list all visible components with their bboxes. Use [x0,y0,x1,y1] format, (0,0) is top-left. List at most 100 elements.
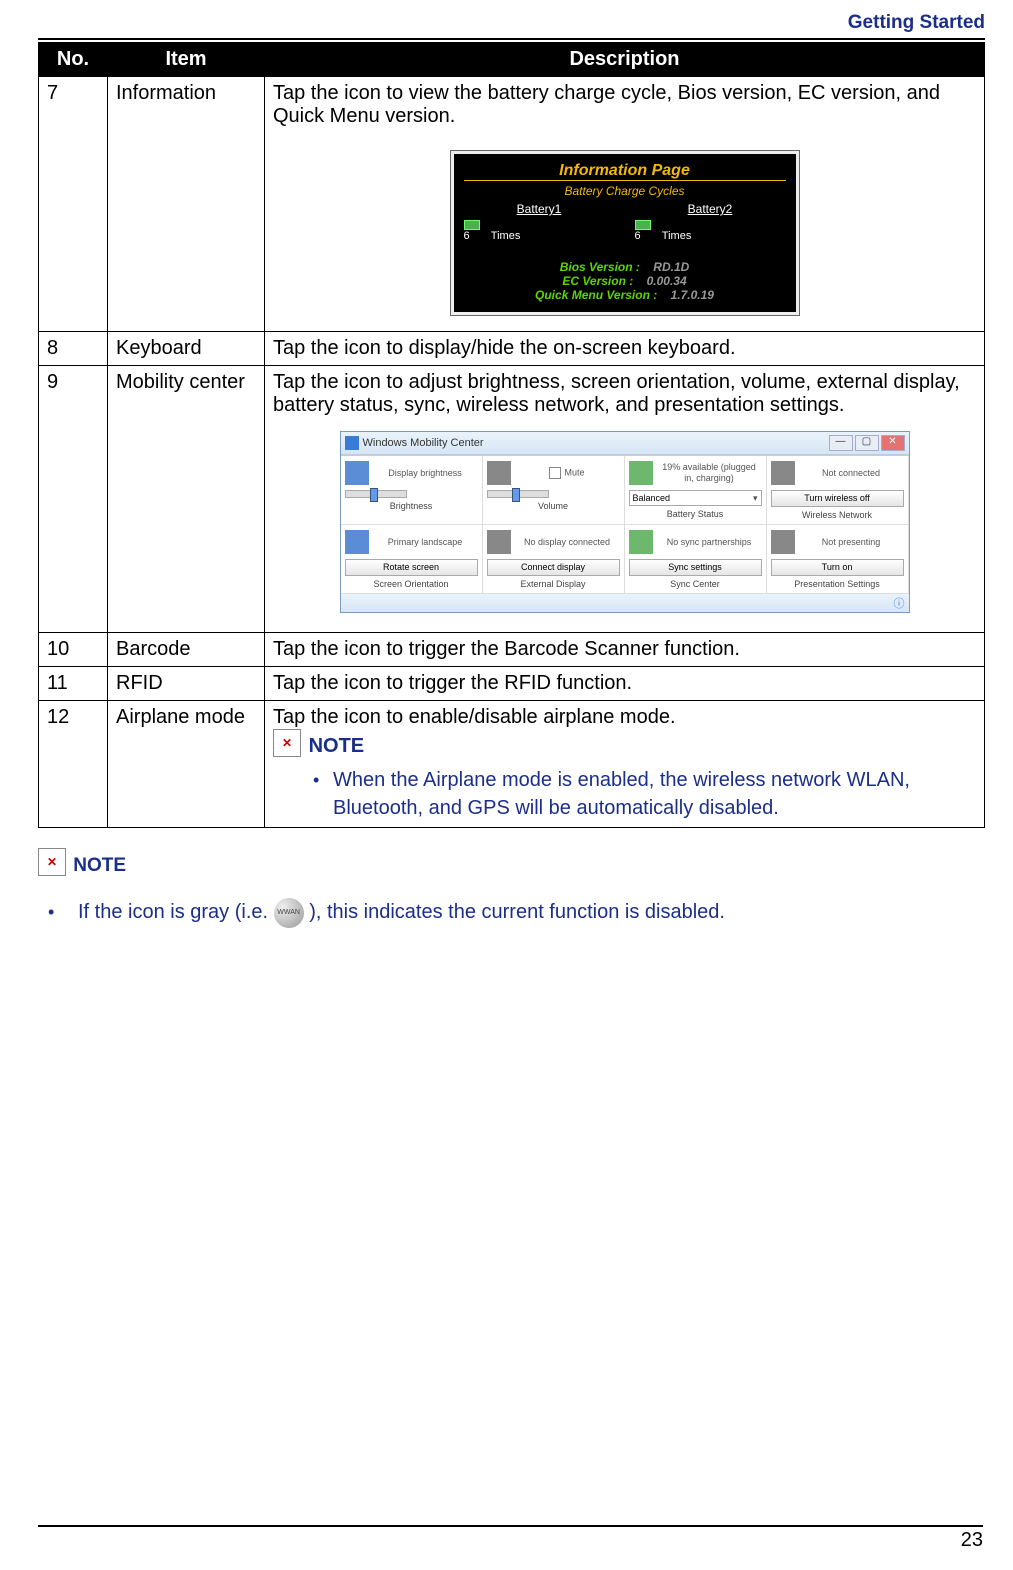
info-title: Information Page [464,162,786,181]
battery2-name: Battery2 [688,202,733,216]
mute-checkbox[interactable] [549,467,561,479]
battery2-unit: Times [662,230,692,242]
cell-desc: Tap the icon to view the battery charge … [265,77,985,332]
battery-icon [629,461,653,485]
info-subtitle: Battery Charge Cycles [464,184,786,198]
cell-no: 10 [39,633,108,667]
note-label: NOTE [73,855,126,876]
tile-label: Screen Orientation [345,579,478,589]
th-no: No. [39,43,108,77]
tile-text: Not presenting [799,537,904,548]
battery-icon [464,220,480,230]
tile-text: 19% available (plugged in, charging) [657,462,762,484]
ec-value: 0.00.34 [647,274,687,288]
note-icon: ✕ [38,848,66,876]
battery1-unit: Times [491,230,521,242]
tile-label: Volume [487,501,620,511]
cell-item: Mobility center [108,366,265,633]
display-icon [487,530,511,554]
mobility-center-screenshot: Windows Mobility Center — ▢ ✕ Display br… [340,431,910,613]
tile-text: Display brightness [373,468,478,479]
page-note-bullet: If the icon is gray (i.e. WWAN ), this i… [48,897,985,928]
minimize-icon[interactable]: — [829,435,853,451]
table-row: 8 Keyboard Tap the icon to display/hide … [39,332,985,366]
page-number: 23 [38,1529,983,1552]
tile-text: Mute [515,467,620,479]
volume-slider[interactable] [487,490,549,498]
battery2-col: Battery2 6 Times [635,202,786,242]
tile-sync: No sync partnerships Sync settings Sync … [625,525,767,594]
table-row: 10 Barcode Tap the icon to trigger the B… [39,633,985,667]
tile-text: Not connected [799,468,904,479]
section-header: Getting Started [38,12,985,34]
tile-presentation: Not presenting Turn on Presentation Sett… [767,525,909,594]
qm-value: 1.7.0.19 [671,288,714,302]
cell-desc: Tap the icon to trigger the RFID functio… [265,667,985,701]
tile-label: Wireless Network [771,510,904,520]
tile-orientation: Primary landscape Rotate screen Screen O… [341,525,483,594]
header-rule [38,38,985,40]
table-row: 7 Information Tap the icon to view the b… [39,77,985,332]
cell-no: 7 [39,77,108,332]
bios-value: RD.1D [653,260,689,274]
battery1-name: Battery1 [517,202,562,216]
note-text-before: If the icon is gray (i.e. [78,901,274,923]
cell-item: RFID [108,667,265,701]
cell-item: Barcode [108,633,265,667]
note-text-after: ), this indicates the current function i… [309,901,725,923]
table-row: 9 Mobility center Tap the icon to adjust… [39,366,985,633]
tile-text: No sync partnerships [657,537,762,548]
cell-no: 9 [39,366,108,633]
information-page-screenshot: ✕ Information Page Battery Charge Cycles… [450,150,800,316]
battery1-value: 6 [464,230,470,242]
th-item: Item [108,43,265,77]
power-plan-combo[interactable]: Balanced [629,490,762,506]
cell-no: 12 [39,701,108,828]
tile-label: Sync Center [629,579,762,589]
window-title: Windows Mobility Center [363,437,484,449]
tile-brightness: Display brightness Brightness [341,456,483,525]
battery2-value: 6 [635,230,641,242]
window-icon [345,436,359,450]
tile-battery: 19% available (plugged in, charging) Bal… [625,456,767,525]
cell-desc: Tap the icon to adjust brightness, scree… [265,366,985,633]
brightness-icon [345,461,369,485]
mobility-footer: ⓘ [341,594,909,612]
tile-label: Brightness [345,501,478,511]
connect-display-button[interactable]: Connect display [487,559,620,576]
battery1-col: Battery1 6 Times [464,202,615,242]
tile-label: Presentation Settings [771,579,904,589]
maximize-icon[interactable]: ▢ [855,435,879,451]
volume-icon [487,461,511,485]
items-table: No. Item Description 7 Information Tap t… [38,42,985,828]
note-label: NOTE [309,735,365,757]
note-icon: ✕ [273,729,301,757]
battery-icon [635,220,651,230]
rotate-button[interactable]: Rotate screen [345,559,478,576]
tile-text: No display connected [515,537,620,548]
sync-icon [629,530,653,554]
turn-on-button[interactable]: Turn on [771,559,904,576]
desc-text: Tap the icon to view the battery charge … [273,82,940,127]
wireless-icon [771,461,795,485]
close-icon[interactable]: ✕ [881,435,905,451]
tile-label: Battery Status [629,509,762,519]
cell-item: Airplane mode [108,701,265,828]
footer-rule [38,1525,983,1527]
brightness-slider[interactable] [345,490,407,498]
th-desc: Description [265,43,985,77]
cell-desc: Tap the icon to display/hide the on-scre… [265,332,985,366]
tile-volume: Mute Volume [483,456,625,525]
bios-label: Bios Version : [560,260,640,274]
qm-label: Quick Menu Version : [535,288,657,302]
table-row: 11 RFID Tap the icon to trigger the RFID… [39,667,985,701]
wireless-button[interactable]: Turn wireless off [771,490,904,507]
cell-desc: Tap the icon to enable/disable airplane … [265,701,985,828]
cell-item: Information [108,77,265,332]
sync-settings-button[interactable]: Sync settings [629,559,762,576]
tile-extdisplay: No display connected Connect display Ext… [483,525,625,594]
tile-label: External Display [487,579,620,589]
cell-no: 8 [39,332,108,366]
cell-no: 11 [39,667,108,701]
orientation-icon [345,530,369,554]
